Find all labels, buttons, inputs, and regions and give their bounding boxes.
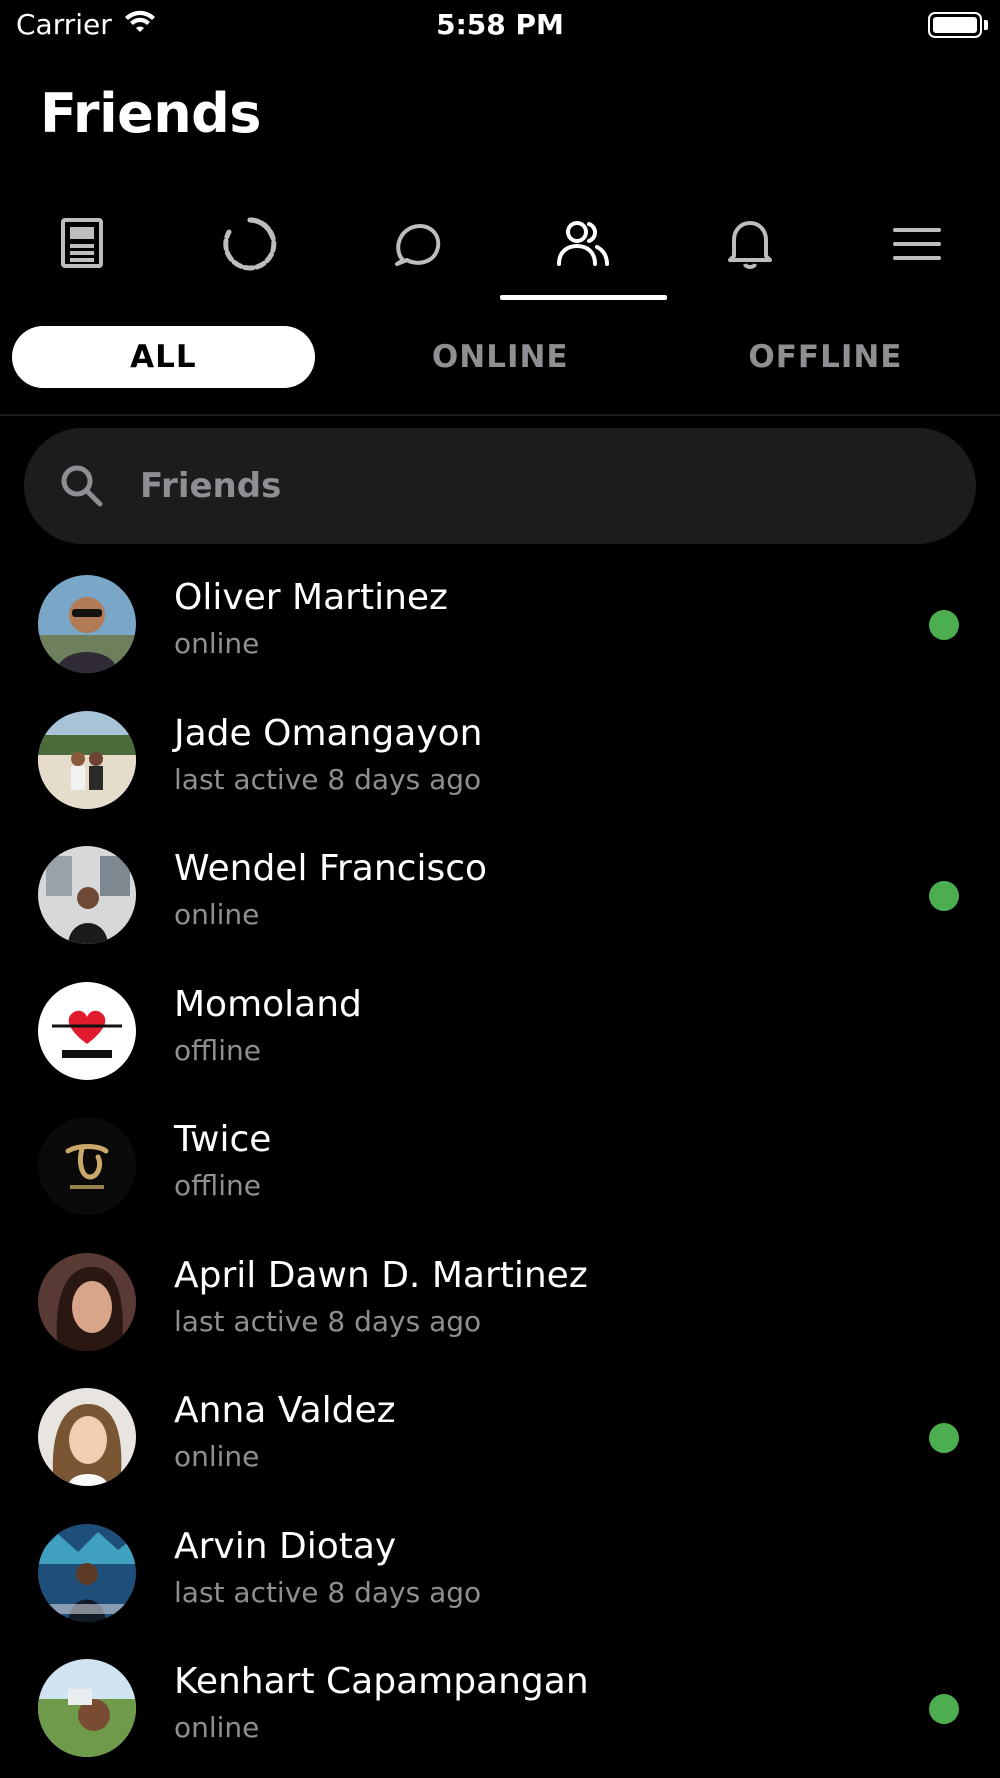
- avatar: [38, 981, 136, 1080]
- tab-notifications[interactable]: [667, 200, 834, 300]
- menu-icon: [892, 228, 941, 260]
- list-item[interactable]: Twice offline: [0, 1097, 1000, 1233]
- friend-status: online: [174, 1440, 260, 1473]
- friend-name: Wendel Francisco: [174, 848, 488, 889]
- list-item[interactable]: Oliver Martinez online: [0, 555, 1000, 691]
- news-icon: [61, 218, 104, 268]
- tab-news[interactable]: [0, 200, 167, 300]
- online-indicator: [929, 610, 959, 640]
- friend-name: Twice: [174, 1119, 272, 1160]
- spinner-icon: [223, 217, 277, 271]
- online-indicator: [929, 1694, 959, 1724]
- chat-bubble-icon: [394, 224, 440, 266]
- friend-status: last active 8 days ago: [174, 762, 482, 796]
- battery-icon: [928, 12, 982, 38]
- list-item[interactable]: Kenhart Capampangan online: [0, 1639, 1000, 1775]
- friend-name: April Dawn D. Martinez: [174, 1254, 588, 1296]
- friend-list: Oliver Martinez online Jade Omangayon la…: [0, 555, 1000, 1775]
- friend-name: Arvin Diotay: [174, 1525, 397, 1567]
- list-item[interactable]: Anna Valdez online: [0, 1368, 1000, 1504]
- list-item[interactable]: Jade Omangayon last active 8 days ago: [0, 691, 1000, 827]
- friend-status: online: [174, 898, 260, 931]
- page-title: Friends: [40, 82, 261, 145]
- friend-status: online: [174, 1711, 260, 1744]
- avatar: [38, 1252, 136, 1351]
- people-icon: [557, 221, 610, 266]
- filter-all[interactable]: ALL: [12, 326, 315, 388]
- search-input[interactable]: [140, 428, 940, 544]
- main-nav-tabs: [0, 200, 1000, 300]
- friend-status: last active 8 days ago: [174, 1575, 482, 1609]
- avatar: [38, 575, 136, 673]
- battery-tip: [984, 20, 988, 30]
- online-indicator: [929, 1423, 959, 1453]
- avatar: [38, 1117, 136, 1215]
- online-indicator: [929, 881, 959, 911]
- tab-menu[interactable]: [833, 200, 1000, 300]
- divider: [0, 414, 1000, 416]
- filter-offline[interactable]: OFFLINE: [663, 326, 988, 388]
- tab-friends[interactable]: [499, 200, 667, 300]
- friend-name: Anna Valdez: [174, 1390, 396, 1431]
- avatar: [38, 1523, 136, 1622]
- search-icon: [61, 465, 103, 507]
- filter-online[interactable]: ONLINE: [338, 326, 663, 388]
- tab-activity[interactable]: [167, 200, 334, 300]
- friend-name: Jade Omangayon: [174, 712, 483, 754]
- tab-messages[interactable]: [333, 200, 500, 300]
- clock: 5:58 PM: [436, 8, 564, 41]
- friend-status: last active 8 days ago: [174, 1304, 482, 1338]
- friend-name: Momoland: [174, 983, 362, 1025]
- status-bar: Carrier 5:58 PM: [0, 0, 1000, 50]
- filter-segments: ALL ONLINE OFFLINE: [12, 326, 988, 388]
- friend-status: online: [174, 627, 260, 660]
- list-item[interactable]: April Dawn D. Martinez last active 8 day…: [0, 1233, 1000, 1369]
- friend-status: offline: [174, 1169, 261, 1202]
- bell-icon: [727, 221, 772, 269]
- friend-name: Kenhart Capampangan: [174, 1661, 589, 1702]
- list-item[interactable]: Momoland offline: [0, 962, 1000, 1098]
- avatar: [38, 710, 136, 809]
- avatar: [38, 846, 136, 944]
- avatar: [38, 1388, 136, 1486]
- list-item[interactable]: Wendel Francisco online: [0, 826, 1000, 962]
- list-item[interactable]: Arvin Diotay last active 8 days ago: [0, 1504, 1000, 1640]
- avatar: [38, 1659, 136, 1757]
- friend-status: offline: [174, 1033, 261, 1067]
- friend-name: Oliver Martinez: [174, 577, 448, 618]
- search-bar[interactable]: [24, 428, 976, 544]
- active-tab-indicator: [499, 295, 667, 300]
